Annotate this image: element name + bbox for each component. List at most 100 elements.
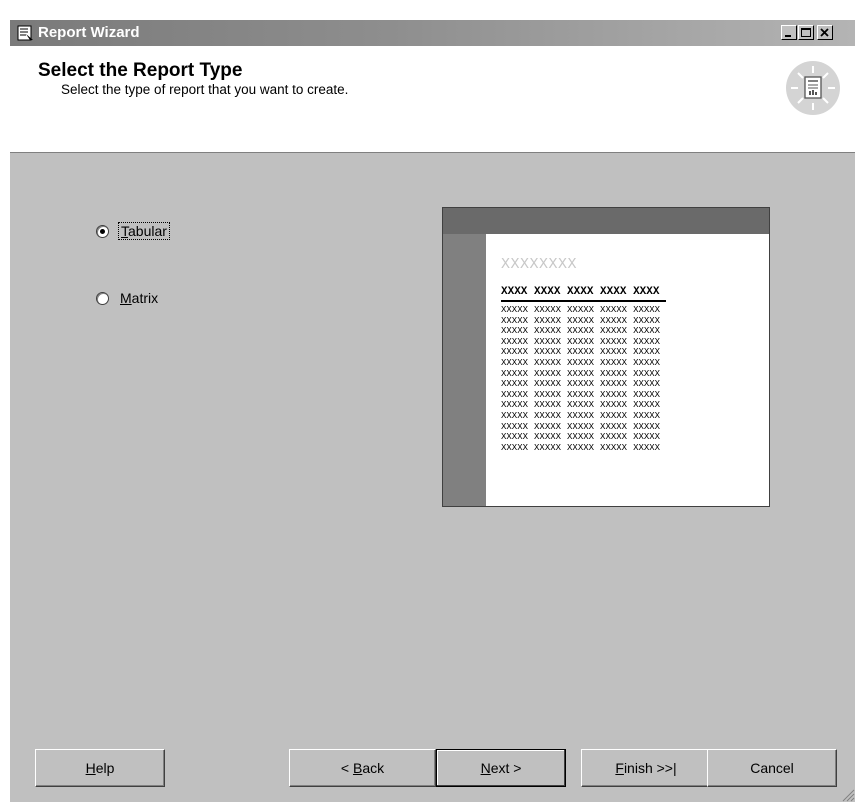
preview-header-cell: XXXX xyxy=(567,286,601,302)
preview-cell: XXXXX xyxy=(501,432,529,443)
tabular-label[interactable]: Tabular xyxy=(118,222,170,240)
preview-cell: XXXXX xyxy=(534,336,562,347)
preview-cell: XXXXX xyxy=(600,336,628,347)
preview-row: XXXXX XXXXX XXXXX XXXXX XXXXX xyxy=(501,422,666,433)
preview-cell: XXXXX xyxy=(600,442,628,453)
preview-cell: XXXXX xyxy=(600,347,628,358)
preview-cell: XXXXX xyxy=(633,442,661,453)
tabular-radio[interactable] xyxy=(96,224,109,238)
preview-cell: XXXXX xyxy=(501,410,529,421)
preview-cell: XXXXX xyxy=(534,432,562,443)
page-title: Select the Report Type xyxy=(38,60,243,81)
preview-cell: XXXXX xyxy=(567,305,595,315)
preview-cell: XXXXX xyxy=(501,389,529,400)
preview-cell: XXXXX xyxy=(567,357,595,368)
preview-cell: XXXXX xyxy=(534,368,562,379)
title-bar[interactable]: Report Wizard xyxy=(10,20,855,46)
preview-header-cell: XXXX xyxy=(501,286,535,302)
preview-row: XXXXX XXXXX XXXXX XXXXX XXXXX xyxy=(501,411,666,422)
preview-cell: XXXXX xyxy=(567,347,595,358)
preview-cell: XXXXX xyxy=(534,347,562,358)
preview-cell: XXXXX xyxy=(501,400,529,411)
preview-cell: XXXXX xyxy=(633,368,661,379)
matrix-option[interactable]: Matrix xyxy=(96,290,160,306)
preview-cell: XXXXX xyxy=(534,389,562,400)
preview-header-cell: XXXX xyxy=(534,286,568,302)
preview-cell: XXXXX xyxy=(633,326,661,337)
close-icon xyxy=(820,28,829,37)
report-wizard-icon xyxy=(17,25,33,41)
preview-row: XXXXX XXXXX XXXXX XXXXX XXXXX xyxy=(501,390,666,401)
preview-cell: XXXXX xyxy=(501,421,529,432)
preview-cell: XXXXX xyxy=(633,389,661,400)
report-wizard-window: Report Wizard Select the Report Type Sel… xyxy=(10,20,855,802)
matrix-radio[interactable] xyxy=(96,291,109,305)
page-subtitle: Select the type of report that you want … xyxy=(61,82,349,97)
tabular-option[interactable]: Tabular xyxy=(96,222,170,240)
wizard-header: Select the Report Type Select the type o… xyxy=(10,46,855,153)
minimize-button[interactable] xyxy=(781,25,797,40)
preview-cell: XXXXX xyxy=(633,421,661,432)
preview-row: XXXXX XXXXX XXXXX XXXXX XXXXX xyxy=(501,358,666,369)
preview-cell: XXXXX xyxy=(501,357,529,368)
preview-cell: XXXXX xyxy=(600,410,628,421)
next-button[interactable]: Next > xyxy=(436,749,566,787)
preview-cell: XXXXX xyxy=(600,421,628,432)
preview-cell: XXXXX xyxy=(600,368,628,379)
preview-cell: XXXXX xyxy=(567,315,595,326)
preview-cell: XXXXX xyxy=(534,421,562,432)
preview-cell: XXXXX xyxy=(567,432,595,443)
help-button[interactable]: Help xyxy=(35,749,165,787)
preview-row: XXXXX XXXXX XXXXX XXXXX XXXXX xyxy=(501,369,666,380)
preview-page: XXXXXXXX XXXX XXXX XXXX XXXX XXXX XXXXX X… xyxy=(486,234,769,506)
preview-cell: XXXXX xyxy=(600,326,628,337)
preview-cell: XXXXX xyxy=(600,315,628,326)
preview-row: XXXXX XXXXX XXXXX XXXXX XXXXX xyxy=(501,347,666,358)
preview-title: XXXXXXXX xyxy=(501,256,578,273)
back-button[interactable]: < Back xyxy=(289,749,436,787)
close-button[interactable] xyxy=(817,25,833,40)
preview-row: XXXXX XXXXX XXXXX XXXXX XXXXX xyxy=(501,443,666,454)
preview-cell: XXXXX xyxy=(501,442,529,453)
preview-cell: XXXXX xyxy=(633,432,661,443)
preview-cell: XXXXX xyxy=(633,379,661,390)
report-lightbulb-icon xyxy=(786,61,840,115)
preview-cell: XXXXX xyxy=(567,336,595,347)
preview-cell: XXXXX xyxy=(600,432,628,443)
preview-cell: XXXXX xyxy=(501,379,529,390)
preview-cell: XXXXX xyxy=(633,347,661,358)
preview-cell: XXXXX xyxy=(567,442,595,453)
preview-cell: XXXXX xyxy=(633,305,661,315)
preview-cell: XXXXX xyxy=(534,357,562,368)
maximize-button[interactable] xyxy=(798,25,814,40)
preview-cell: XXXXX xyxy=(567,421,595,432)
window-title: Report Wizard xyxy=(38,24,140,41)
preview-cell: XXXXX xyxy=(633,315,661,326)
preview-row: XXXXX XXXXX XXXXX XXXXX XXXXX xyxy=(501,316,666,327)
preview-cell: XXXXX xyxy=(633,336,661,347)
preview-cell: XXXXX xyxy=(534,400,562,411)
preview-row: XXXXX XXXXX XXXXX XXXXX XXXXX xyxy=(501,400,666,411)
matrix-label[interactable]: Matrix xyxy=(118,290,160,306)
preview-cell: XXXXX xyxy=(567,389,595,400)
preview-cell: XXXXX xyxy=(600,379,628,390)
resize-grip-icon[interactable] xyxy=(841,788,855,802)
preview-cell: XXXXX xyxy=(567,379,595,390)
preview-cell: XXXXX xyxy=(600,357,628,368)
preview-cell: XXXXX xyxy=(501,305,529,315)
preview-cell: XXXXX xyxy=(534,442,562,453)
report-preview: XXXXXXXX XXXX XXXX XXXX XXXX XXXX XXXXX X… xyxy=(442,207,770,507)
maximize-icon xyxy=(801,28,811,37)
cancel-button[interactable]: Cancel xyxy=(707,749,837,787)
finish-button[interactable]: Finish >>| xyxy=(581,749,711,787)
preview-cell: XXXXX xyxy=(534,326,562,337)
preview-cell: XXXXX xyxy=(633,400,661,411)
preview-cell: XXXXX xyxy=(501,326,529,337)
preview-row: XXXXX XXXXX XXXXX XXXXX XXXXX xyxy=(501,337,666,348)
preview-cell: XXXXX xyxy=(534,305,562,315)
preview-cell: XXXXX xyxy=(600,400,628,411)
minimize-icon xyxy=(785,35,791,37)
preview-row: XXXXX XXXXX XXXXX XXXXX XXXXX xyxy=(501,379,666,390)
preview-cell: XXXXX xyxy=(567,326,595,337)
preview-cell: XXXXX xyxy=(534,410,562,421)
